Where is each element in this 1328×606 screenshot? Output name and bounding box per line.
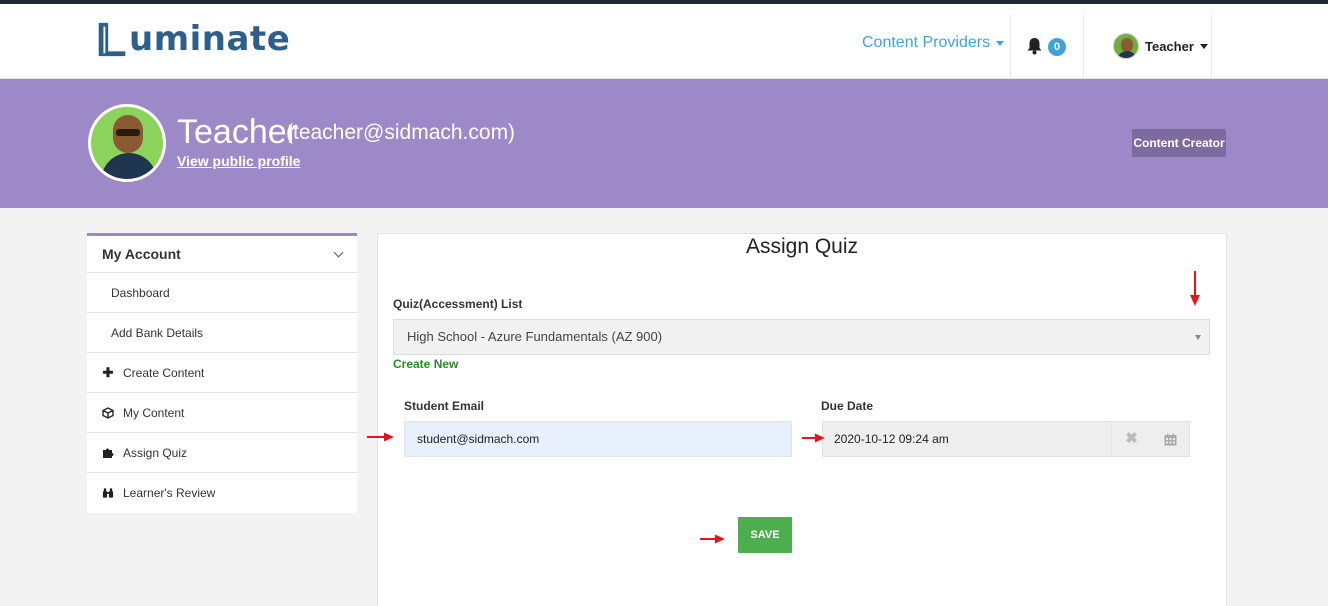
annotation-arrow-down-icon bbox=[1190, 271, 1200, 306]
sidebar-item-assign-quiz[interactable]: Assign Quiz bbox=[87, 433, 357, 473]
view-public-profile-link[interactable]: View public profile bbox=[177, 153, 300, 169]
navbar: uminate Content Providers 0 Teacher bbox=[0, 4, 1328, 79]
annotation-arrow-right-icon bbox=[802, 433, 825, 443]
profile-avatar bbox=[88, 104, 166, 182]
student-email-label: Student Email bbox=[404, 399, 485, 413]
sidebar-item-label: My Content bbox=[123, 405, 185, 420]
caret-down-icon bbox=[996, 40, 1005, 46]
assign-quiz-panel: Assign Quiz Quiz(Accessment) List High S… bbox=[377, 233, 1227, 606]
profile-name: Teacher bbox=[177, 113, 298, 151]
annotation-arrow-right-icon bbox=[700, 534, 725, 544]
content-providers-menu[interactable]: Content Providers bbox=[862, 34, 1005, 52]
page-title: Assign Quiz bbox=[745, 235, 859, 258]
sidebar-item-learners-review[interactable]: Learner's Review bbox=[87, 473, 357, 513]
nav-divider bbox=[1010, 14, 1011, 79]
sidebar-item-dashboard[interactable]: Dashboard bbox=[87, 273, 357, 313]
sidebar-item-label: Create Content bbox=[123, 365, 205, 380]
annotation-arrow-right-icon bbox=[367, 432, 394, 442]
logo-text: uminate bbox=[129, 19, 291, 59]
content-creator-button[interactable]: Content Creator bbox=[1132, 129, 1226, 157]
sidebar-heading-my-account[interactable]: My Account bbox=[87, 236, 357, 273]
create-new-link[interactable]: Create New bbox=[393, 357, 458, 371]
app-logo[interactable]: uminate bbox=[95, 16, 290, 62]
avatar bbox=[1113, 33, 1139, 59]
student-email-field[interactable]: student@sidmach.com bbox=[404, 421, 792, 457]
sidebar-item-create-content[interactable]: ✚ Create Content bbox=[87, 353, 357, 393]
due-date-value: 2020-10-12 09:24 am bbox=[834, 432, 949, 446]
binoculars-icon bbox=[102, 487, 114, 499]
calendar-icon[interactable] bbox=[1151, 422, 1189, 456]
due-date-picker[interactable]: 2020-10-12 09:24 am ✖ bbox=[822, 421, 1190, 457]
notification-badge: 0 bbox=[1048, 38, 1066, 56]
user-menu[interactable]: Teacher bbox=[1113, 33, 1208, 59]
content-providers-label: Content Providers bbox=[862, 34, 991, 51]
chevron-down-icon bbox=[333, 247, 344, 257]
caret-down-icon bbox=[1199, 43, 1208, 49]
quiz-select-value: High School - Azure Fundamentals (AZ 900… bbox=[407, 329, 663, 344]
sidebar-heading-label: My Account bbox=[102, 246, 181, 262]
plus-icon: ✚ bbox=[102, 364, 114, 380]
quiz-select[interactable]: High School - Azure Fundamentals (AZ 900… bbox=[393, 319, 1210, 355]
due-date-label: Due Date bbox=[821, 399, 874, 413]
cube-icon bbox=[102, 406, 114, 419]
sidebar-item-label: Dashboard bbox=[111, 285, 170, 300]
profile-header: Teacher (teacher@sidmach.com) View publi… bbox=[0, 79, 1328, 208]
sidebar-item-label: Learner's Review bbox=[123, 486, 216, 500]
sidebar-item-add-bank-details[interactable]: Add Bank Details bbox=[87, 313, 357, 353]
clear-icon[interactable]: ✖ bbox=[1111, 422, 1151, 456]
sidebar-item-label: Add Bank Details bbox=[111, 325, 204, 340]
sidebar-item-my-content[interactable]: My Content bbox=[87, 393, 357, 433]
quiz-list-label: Quiz(Accessment) List bbox=[393, 297, 523, 311]
sidebar-item-label: Assign Quiz bbox=[123, 445, 188, 460]
puzzle-icon bbox=[102, 447, 114, 459]
profile-email: (teacher@sidmach.com) bbox=[286, 121, 516, 144]
save-button[interactable]: SAVE bbox=[738, 517, 792, 553]
nav-divider bbox=[1211, 14, 1212, 79]
caret-down-icon bbox=[1195, 335, 1201, 340]
logo-mark-icon bbox=[98, 22, 126, 57]
user-menu-label: Teacher bbox=[1145, 38, 1194, 54]
student-email-value: student@sidmach.com bbox=[417, 432, 540, 446]
bell-icon[interactable] bbox=[1026, 37, 1043, 55]
nav-divider bbox=[1083, 14, 1084, 79]
sidebar: My Account Dashboard Add Bank Details ✚ … bbox=[87, 233, 357, 513]
